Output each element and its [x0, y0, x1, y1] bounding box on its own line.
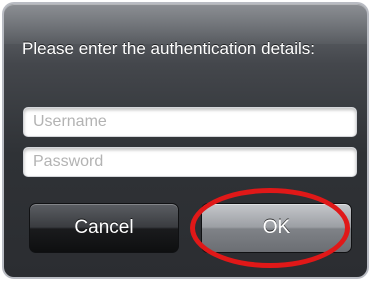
authentication-dialog: Please enter the authentication details:… [2, 2, 369, 279]
cancel-button[interactable]: Cancel [29, 203, 179, 253]
password-input[interactable] [23, 147, 357, 177]
ok-button[interactable]: OK [201, 203, 352, 253]
dialog-prompt: Please enter the authentication details: [22, 39, 315, 58]
username-input[interactable] [23, 107, 357, 137]
